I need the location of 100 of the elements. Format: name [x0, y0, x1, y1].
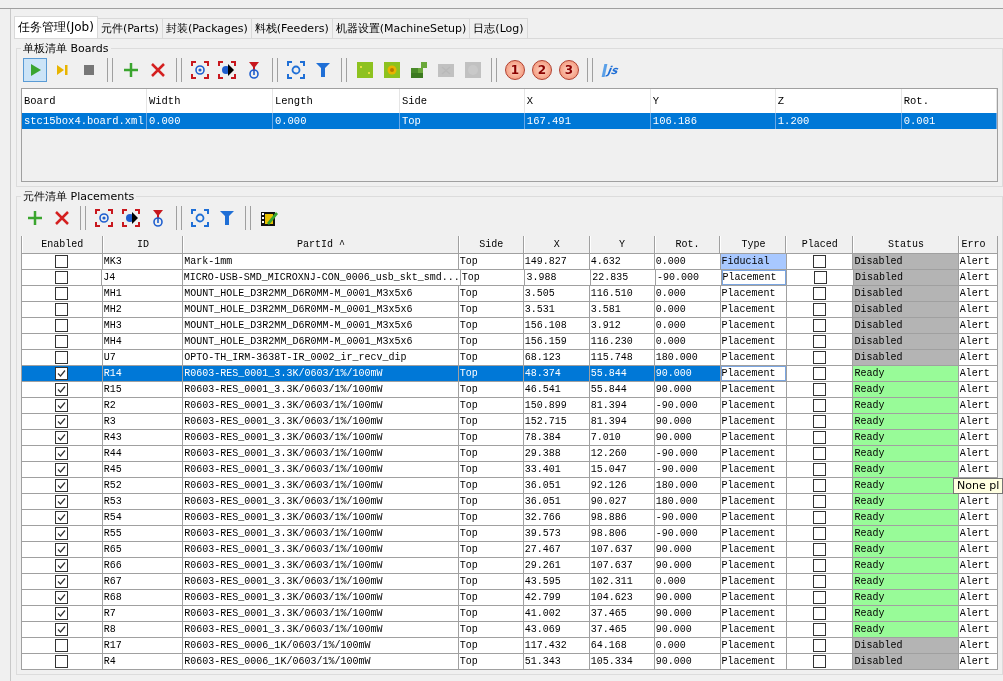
table-cell: MH4	[102, 334, 184, 349]
status-cell: Disabled	[853, 334, 959, 349]
table-cell: Alert	[959, 624, 990, 635]
status-cell: Ready	[853, 494, 959, 509]
table-cell: 81.394	[589, 414, 655, 429]
table-cell: R55	[102, 526, 184, 541]
table-cell: Placement	[720, 494, 787, 509]
table-cell: R7	[102, 606, 184, 621]
table-cell: Top	[458, 494, 524, 509]
table-cell: R0603-RES_0006_1K/0603/1%/100mW	[183, 638, 459, 653]
table-cell: Top	[458, 366, 524, 381]
table-cell: Top	[458, 446, 524, 461]
table-cell: Placement	[720, 462, 787, 477]
table-cell: 106.186	[652, 115, 697, 127]
status-cell: Ready	[853, 382, 959, 397]
table-cell: U7	[102, 350, 184, 365]
table-cell: Alert	[959, 576, 990, 587]
status-cell: Disabled	[853, 318, 959, 333]
table-cell: 0.000	[654, 254, 721, 269]
table-cell: R0603-RES_0001_3.3K/0603/1%/100mW	[183, 430, 459, 445]
table-cell: 36.051	[523, 478, 590, 493]
table-cell: 36.051	[523, 494, 590, 509]
table-cell: 81.394	[589, 398, 655, 413]
table-cell: 167.491	[526, 115, 571, 127]
table-cell: 90.000	[654, 382, 721, 397]
table-cell: R0603-RES_0001_3.3K/0603/1%/100mW	[183, 590, 459, 605]
group-title: 元件清单 Placements	[21, 189, 137, 204]
table-cell: 51.343	[523, 654, 590, 669]
table-cell: 150.899	[523, 398, 590, 413]
table-cell: Top	[458, 542, 524, 557]
table-cell: R45	[102, 462, 184, 477]
table-cell: Placement	[720, 286, 787, 301]
table-cell: 32.766	[523, 510, 590, 525]
table-cell: R0603-RES_0001_3.3K/0603/1%/100mW	[183, 542, 459, 557]
table-cell: Top	[458, 622, 524, 637]
status-cell: Ready	[853, 590, 959, 605]
table-cell: Top	[458, 574, 524, 589]
table-cell: 15.047	[589, 462, 655, 477]
table-cell: MH3	[102, 318, 184, 333]
table-cell: 46.541	[523, 382, 590, 397]
table-cell: 90.000	[654, 414, 721, 429]
table-cell: R0603-RES_0001_3.3K/0603/1%/100mW	[183, 398, 459, 413]
status-cell: Ready	[853, 430, 959, 445]
table-cell: 3.988	[525, 270, 592, 285]
table-cell: 180.000	[654, 494, 721, 509]
table-cell: 22.835	[591, 270, 656, 285]
table-cell: R67	[102, 574, 184, 589]
table-cell: Top	[458, 430, 524, 445]
table-cell: 107.637	[589, 558, 655, 573]
table-cell: R0603-RES_0001_3.3K/0603/1%/100mW	[183, 606, 459, 621]
table-cell: -90.000	[654, 398, 721, 413]
table-cell: Top	[460, 270, 526, 285]
table-cell: R15	[102, 382, 184, 397]
table-cell: R0603-RES_0001_3.3K/0603/1%/100mW	[183, 382, 459, 397]
table-cell: stc15box4.board.xml	[24, 115, 144, 127]
status-cell: Disabled	[853, 286, 959, 301]
status-cell: Ready	[853, 446, 959, 461]
table-cell: Alert	[959, 400, 990, 411]
table-cell: 90.000	[654, 430, 721, 445]
table-cell: R0603-RES_0001_3.3K/0603/1%/100mW	[183, 526, 459, 541]
table-cell: 0.000	[654, 638, 721, 653]
table-cell: Alert	[959, 560, 990, 571]
table-cell: R0603-RES_0001_3.3K/0603/1%/100mW	[183, 478, 459, 493]
table-cell: Placement	[720, 446, 787, 461]
table-cell: 0.000	[654, 302, 721, 317]
table-cell: 149.827	[523, 254, 590, 269]
status-cell: Ready	[853, 414, 959, 429]
table-cell: R0603-RES_0001_3.3K/0603/1%/100mW	[183, 510, 459, 525]
table-cell: 29.388	[523, 446, 590, 461]
table-cell: 0.000	[654, 318, 721, 333]
table-cell: 78.384	[523, 430, 590, 445]
table-cell: MH2	[102, 302, 184, 317]
status-cell: Disabled	[853, 654, 959, 669]
table-cell: 39.573	[523, 526, 590, 541]
table-cell: 29.261	[523, 558, 590, 573]
table-cell: 68.123	[523, 350, 590, 365]
table-cell: Top	[401, 115, 421, 127]
table-cell: 1.200	[777, 115, 810, 127]
table-cell: R8	[102, 622, 184, 637]
status-cell: Disabled	[853, 270, 959, 285]
table-cell: Top	[458, 350, 524, 365]
table-cell: 3.505	[523, 286, 590, 301]
table-cell: 90.000	[654, 622, 721, 637]
table-cell: R44	[102, 446, 184, 461]
table-cell: Alert	[959, 592, 990, 603]
table-cell: MOUNT_HOLE_D3R2MM_D6R0MM-M_0001_M3x5x6	[183, 286, 459, 301]
table-cell: Top	[458, 478, 524, 493]
table-cell: 90.000	[654, 558, 721, 573]
table-cell: Placement	[720, 430, 787, 445]
status-cell: Ready	[853, 542, 959, 557]
table-cell: R4	[102, 654, 184, 669]
table-cell: Placement	[720, 318, 787, 333]
table-cell: Top	[458, 302, 524, 317]
table-cell: 0.000	[654, 334, 721, 349]
table-cell: Top	[458, 382, 524, 397]
table-cell: Placement	[720, 606, 787, 621]
table-cell: 55.844	[589, 366, 655, 381]
status-cell: Ready	[853, 462, 959, 477]
table-cell: Top	[458, 510, 524, 525]
table-cell: 7.010	[589, 430, 655, 445]
